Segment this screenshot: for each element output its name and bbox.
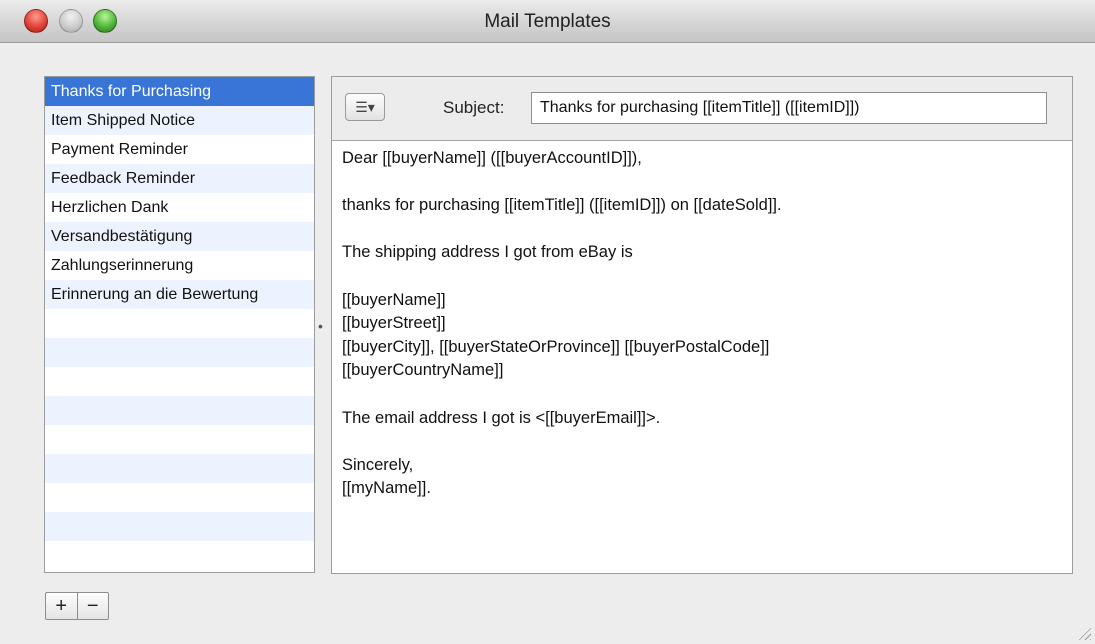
template-list-item[interactable]: Zahlungserinnerung xyxy=(45,251,314,280)
template-list-item[interactable]: Versandbestätigung xyxy=(45,222,314,251)
window-resize-grip[interactable] xyxy=(1077,626,1091,640)
template-list[interactable]: Thanks for Purchasing Item Shipped Notice… xyxy=(44,76,315,573)
template-list-item[interactable]: Feedback Reminder xyxy=(45,164,314,193)
template-list-item[interactable]: Thanks for Purchasing xyxy=(45,77,314,106)
body-line xyxy=(342,218,1062,242)
empty-list-row xyxy=(45,338,314,367)
template-list-item[interactable]: Erinnerung an die Bewertung xyxy=(45,280,314,309)
empty-list-row xyxy=(45,425,314,454)
empty-list-row xyxy=(45,367,314,396)
remove-template-button[interactable]: − xyxy=(76,593,109,619)
subject-label: Subject: xyxy=(443,98,505,117)
window-title: Mail Templates xyxy=(484,11,611,32)
template-list-item[interactable]: Payment Reminder xyxy=(45,135,314,164)
add-template-button[interactable]: + xyxy=(46,593,77,619)
empty-list-row xyxy=(45,483,314,512)
empty-list-row xyxy=(45,309,314,338)
body-line: thanks for purchasing [[itemTitle]] ([[i… xyxy=(342,196,782,215)
mail-templates-window: Mail Templates Thanks for Purchasing Item… xyxy=(0,0,1095,644)
body-line: The shipping address I got from eBay is xyxy=(342,243,633,262)
body-line: [[buyerCountryName]] xyxy=(342,361,504,380)
editor-header: ☰▾ Subject: xyxy=(332,77,1072,141)
add-remove-buttons: + − xyxy=(45,592,109,620)
empty-list-row xyxy=(45,396,314,425)
body-line: [[buyerCity]], [[buyerStateOrProvince]] … xyxy=(342,337,770,356)
body-line: [[buyerStreet]] xyxy=(342,314,446,333)
body-line xyxy=(342,383,1062,407)
split-view-divider-handle[interactable]: • xyxy=(318,318,323,334)
subject-field[interactable] xyxy=(531,92,1047,124)
body-line xyxy=(342,265,1062,289)
list-menu-icon[interactable]: ☰▾ xyxy=(345,93,385,121)
template-list-item[interactable]: Herzlichen Dank xyxy=(45,193,314,222)
empty-list-row xyxy=(45,512,314,541)
body-line xyxy=(342,171,1062,195)
template-body-text[interactable]: Dear [[buyerName]] ([[buyerAccountID]]),… xyxy=(342,147,1062,501)
title-bar: Mail Templates xyxy=(0,0,1095,43)
body-line: The email address I got is <[[buyerEmail… xyxy=(342,408,661,427)
empty-list-row xyxy=(45,541,314,570)
body-line: Sincerely, xyxy=(342,455,414,474)
body-line: [[myName]]. xyxy=(342,479,431,498)
template-list-item[interactable]: Item Shipped Notice xyxy=(45,106,314,135)
body-line: Dear [[buyerName]] ([[buyerAccountID]]), xyxy=(342,149,642,167)
body-line: [[buyerName]] xyxy=(342,290,446,309)
empty-list-row xyxy=(45,454,314,483)
template-editor: ☰▾ Subject: Dear [[buyerName]] ([[buyerA… xyxy=(331,76,1073,574)
body-line xyxy=(342,430,1062,454)
